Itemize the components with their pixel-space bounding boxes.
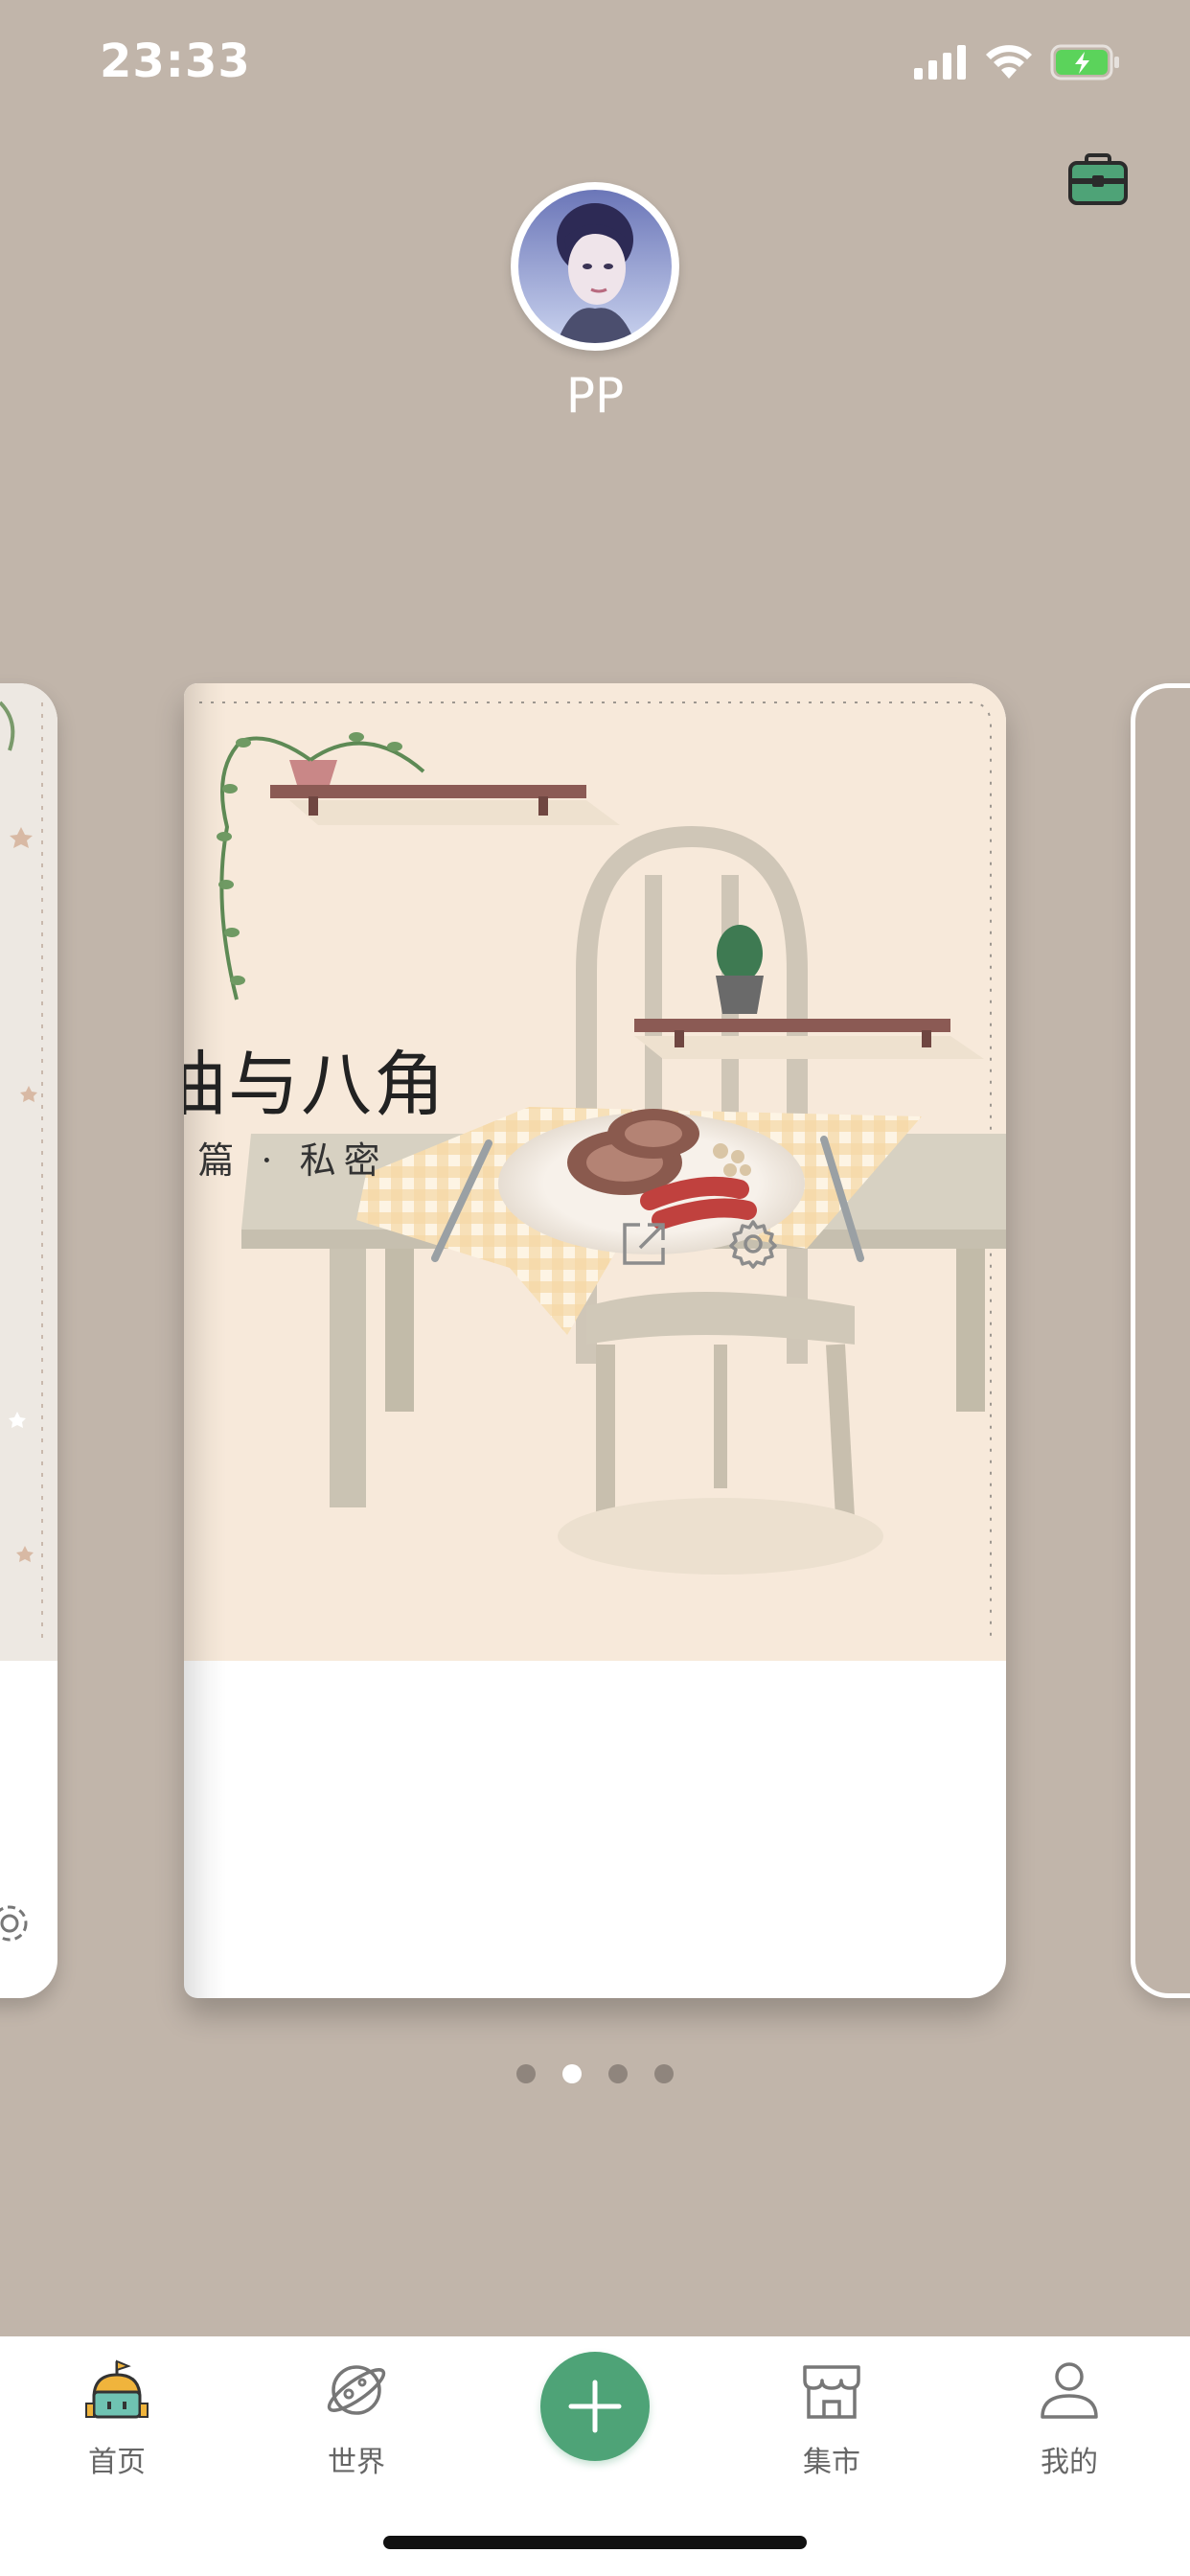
tab-label: 世界 bbox=[328, 2446, 385, 2479]
tab-market[interactable]: 集市 bbox=[755, 2336, 908, 2518]
user-icon bbox=[1041, 2362, 1098, 2419]
notebook-card-next[interactable] bbox=[1131, 683, 1190, 1998]
avatar[interactable] bbox=[518, 190, 672, 343]
page-dot-active[interactable] bbox=[562, 2064, 582, 2083]
page-dot[interactable] bbox=[654, 2064, 674, 2083]
tab-label: 集市 bbox=[803, 2446, 860, 2479]
notebook-card[interactable]: 黄油与八角 共 2 篇 · 私密 bbox=[184, 683, 1006, 1998]
avatar-frame[interactable] bbox=[511, 182, 679, 351]
status-bar: 23:33 bbox=[0, 0, 1190, 126]
plus-icon bbox=[568, 2380, 622, 2433]
settings-button[interactable] bbox=[726, 1217, 780, 1271]
wifi-icon bbox=[986, 45, 1032, 79]
status-time: 23:33 bbox=[100, 34, 251, 88]
notebook-card-previous[interactable] bbox=[0, 683, 57, 1998]
planet-icon bbox=[327, 2365, 386, 2415]
battery-charging-icon bbox=[1050, 44, 1119, 80]
add-button[interactable] bbox=[540, 2352, 650, 2461]
tab-label: 我的 bbox=[1041, 2446, 1098, 2479]
tab-label: 首页 bbox=[88, 2446, 146, 2479]
share-icon bbox=[623, 1223, 665, 1265]
store-icon bbox=[803, 2365, 860, 2419]
home-icon bbox=[85, 2359, 149, 2419]
notebook-meta: 共 2 篇 · 私密 bbox=[184, 1139, 388, 1182]
toolbox-button[interactable] bbox=[1067, 153, 1129, 207]
gear-icon bbox=[729, 1220, 777, 1269]
username: PP bbox=[565, 368, 625, 424]
page-indicator bbox=[0, 2064, 1190, 2083]
tab-world[interactable]: 世界 bbox=[280, 2336, 433, 2518]
signal-icon bbox=[914, 45, 966, 80]
toolbox-icon bbox=[1068, 153, 1128, 205]
status-icons bbox=[914, 44, 1121, 80]
tab-home[interactable]: 首页 bbox=[40, 2336, 194, 2518]
tab-profile[interactable]: 我的 bbox=[993, 2336, 1146, 2518]
page-dot[interactable] bbox=[516, 2064, 536, 2083]
gear-icon[interactable] bbox=[0, 1900, 33, 1946]
page-dot[interactable] bbox=[608, 2064, 628, 2083]
home-indicator[interactable] bbox=[383, 2536, 807, 2549]
share-button[interactable] bbox=[619, 1219, 669, 1269]
notebook-title: 黄油与八角 bbox=[184, 1044, 446, 1126]
notebook-cover-previous bbox=[0, 683, 57, 1661]
